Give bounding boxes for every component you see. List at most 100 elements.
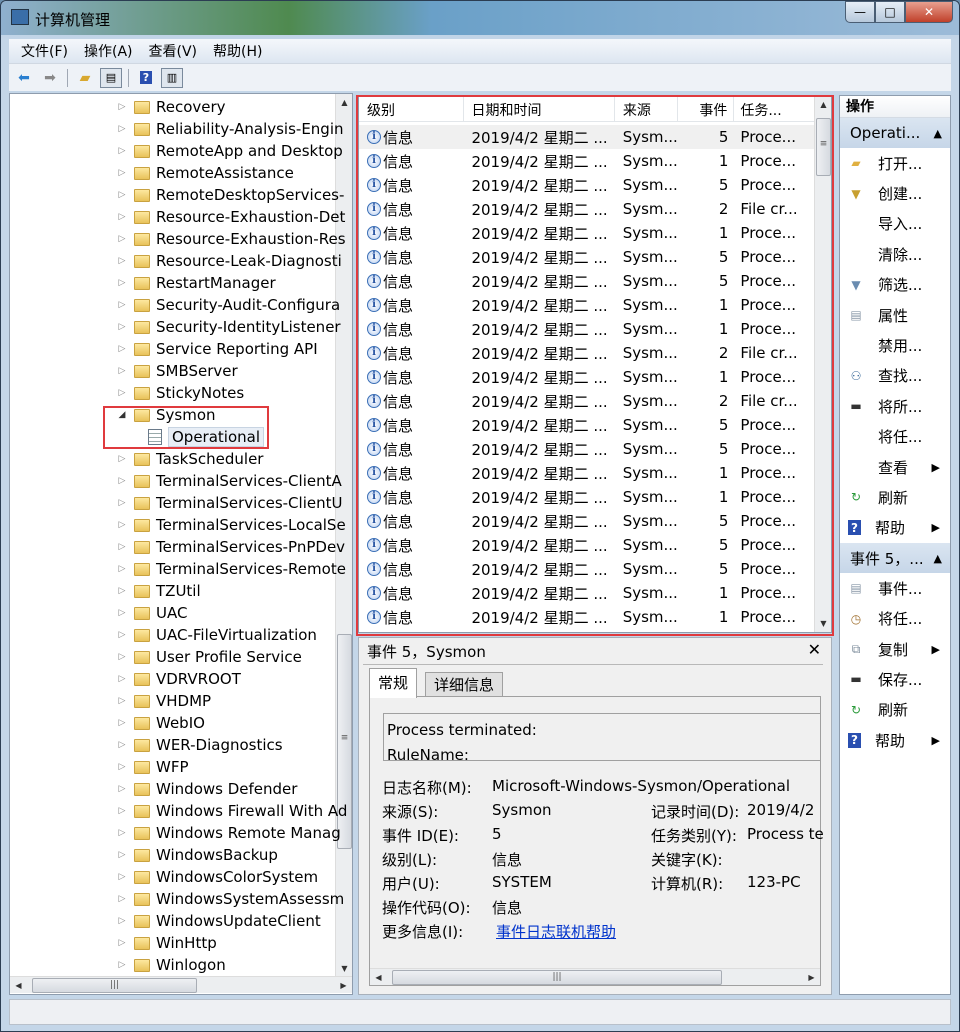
action-item[interactable]: ? 帮助 ▶	[840, 513, 950, 543]
tree-item[interactable]: ▷ TerminalServices-Remote	[116, 558, 346, 580]
up-folder-icon[interactable]: ▰	[74, 68, 96, 88]
tree-item[interactable]: ▷ TZUtil	[116, 580, 201, 602]
tree-item[interactable]: ▷ RestartManager	[116, 272, 276, 294]
collapsed-arrow-icon[interactable]: ▷	[116, 388, 128, 398]
tree-item[interactable]: ▷ Windows Firewall With Ad	[116, 800, 348, 822]
collapsed-arrow-icon[interactable]: ▷	[116, 916, 128, 926]
tree-item[interactable]: ▷ TerminalServices-ClientA	[116, 470, 342, 492]
collapsed-arrow-icon[interactable]: ▷	[116, 630, 128, 640]
tree-item[interactable]: ▷ Security-Audit-Configura	[116, 294, 341, 316]
action-item[interactable]: ▼ 创建...	[840, 178, 950, 208]
tree-item[interactable]: ▷ VDRVROOT	[116, 668, 241, 690]
back-icon[interactable]: ⬅	[13, 68, 35, 88]
collapse-icon[interactable]: ▲	[934, 127, 942, 140]
collapsed-arrow-icon[interactable]: ▷	[116, 278, 128, 288]
actions-section-header[interactable]: Operati... ▲	[840, 118, 950, 148]
collapsed-arrow-icon[interactable]: ▷	[116, 586, 128, 596]
tree-item[interactable]: ▷ RemoteAssistance	[116, 162, 294, 184]
tree-item[interactable]: ▷ TaskScheduler	[116, 448, 264, 470]
collapsed-arrow-icon[interactable]: ▷	[116, 520, 128, 530]
tree-item[interactable]: ▷ StickyNotes	[116, 382, 245, 404]
action-item[interactable]: 查看 ▶	[840, 452, 950, 482]
tree-item[interactable]: ▷ WebIO	[116, 712, 205, 734]
collapsed-arrow-icon[interactable]: ▷	[116, 542, 128, 552]
collapsed-arrow-icon[interactable]: ▷	[116, 894, 128, 904]
tree-item[interactable]: ▷ Windows Remote Manag	[116, 822, 341, 844]
collapsed-arrow-icon[interactable]: ▷	[116, 960, 128, 970]
scrollbar-thumb[interactable]: |||	[32, 978, 197, 993]
collapsed-arrow-icon[interactable]: ▷	[116, 806, 128, 816]
menu-view[interactable]: 查看(V)	[141, 41, 206, 61]
collapsed-arrow-icon[interactable]: ▷	[116, 762, 128, 772]
action-item[interactable]: ⧉ 复制 ▶	[840, 634, 950, 664]
actions-section-header[interactable]: 事件 5，... ▲	[840, 543, 950, 574]
collapsed-arrow-icon[interactable]: ▷	[116, 674, 128, 684]
tree-item[interactable]: ▷ User Profile Service	[116, 646, 302, 668]
tree-item[interactable]: ▷ WindowsUpdateClient	[116, 910, 321, 932]
collapsed-arrow-icon[interactable]: ▷	[116, 102, 128, 112]
collapsed-arrow-icon[interactable]: ▷	[116, 564, 128, 574]
tree-item[interactable]: ▷ TerminalServices-ClientU	[116, 492, 343, 514]
tree-item[interactable]: ▷ TerminalServices-LocalSe	[116, 514, 346, 536]
collapsed-arrow-icon[interactable]: ▷	[116, 740, 128, 750]
menu-action[interactable]: 操作(A)	[76, 41, 141, 61]
action-item[interactable]: ? 帮助 ▶	[840, 725, 950, 755]
tab-general[interactable]: 常规	[369, 668, 418, 698]
minimize-button[interactable]: —	[845, 1, 875, 23]
event-log-online-help-link[interactable]: 事件日志联机帮助	[496, 921, 616, 942]
help-icon[interactable]: ?	[135, 68, 157, 88]
tree-item[interactable]: ▷ WindowsSystemAssessm	[116, 888, 345, 910]
close-button[interactable]: ✕	[905, 1, 953, 23]
tree-item[interactable]: ▷ Windows Defender	[116, 778, 298, 800]
action-item[interactable]: ↻ 刷新	[840, 482, 950, 512]
collapsed-arrow-icon[interactable]: ▷	[116, 234, 128, 244]
action-item[interactable]: ▼ 筛选...	[840, 270, 950, 300]
collapsed-arrow-icon[interactable]: ▷	[116, 652, 128, 662]
maximize-button[interactable]: □	[875, 1, 905, 23]
tree-item[interactable]: ▷ WindowsBackup	[116, 844, 278, 866]
collapsed-arrow-icon[interactable]: ▷	[116, 366, 128, 376]
scrollbar-thumb[interactable]: |||	[392, 970, 722, 985]
forward-icon[interactable]: ➡	[39, 68, 61, 88]
close-detail-icon[interactable]: ✕	[808, 640, 821, 659]
tab-details[interactable]: 详细信息	[425, 672, 504, 696]
action-item[interactable]: 导入...	[840, 209, 950, 239]
tree-item[interactable]: ▷ Security-IdentityListener	[116, 316, 341, 338]
collapsed-arrow-icon[interactable]: ▷	[116, 850, 128, 860]
detail-horizontal-scrollbar[interactable]: ◀ ||| ▶	[370, 968, 820, 985]
tree-item[interactable]: ▷ VHDMP	[116, 690, 212, 712]
action-item[interactable]: 将任...	[840, 422, 950, 452]
tree-item[interactable]: ▷ RemoteDesktopServices-	[116, 184, 345, 206]
collapsed-arrow-icon[interactable]: ▷	[116, 696, 128, 706]
tree-item[interactable]: ▷ Winlogon	[116, 954, 226, 976]
action-item[interactable]: ◷ 将任...	[840, 603, 950, 633]
collapsed-arrow-icon[interactable]: ▷	[116, 608, 128, 618]
collapsed-arrow-icon[interactable]: ▷	[116, 476, 128, 486]
action-item[interactable]: ⚇ 查找...	[840, 361, 950, 391]
action-item[interactable]: ▬ 保存...	[840, 664, 950, 694]
menu-file[interactable]: 文件(F)	[13, 41, 76, 61]
tree-item[interactable]: ▷ TerminalServices-PnPDev	[116, 536, 346, 558]
tree-item[interactable]: ▷ SMBServer	[116, 360, 238, 382]
collapsed-arrow-icon[interactable]: ▷	[116, 190, 128, 200]
collapsed-arrow-icon[interactable]: ▷	[116, 322, 128, 332]
action-item[interactable]: ▬ 将所...	[840, 391, 950, 421]
action-item[interactable]: ▤ 事件...	[840, 573, 950, 603]
tree-item[interactable]: ▷ RemoteApp and Desktop	[116, 140, 343, 162]
tree-item[interactable]: ▷ WindowsColorSystem	[116, 866, 319, 888]
collapsed-arrow-icon[interactable]: ▷	[116, 124, 128, 134]
event-description[interactable]: Process terminated: RuleName:	[383, 713, 820, 761]
show-hide-tree-icon[interactable]: ▤	[100, 67, 122, 88]
tree-item[interactable]: ▷ WFP	[116, 756, 189, 778]
collapsed-arrow-icon[interactable]: ▷	[116, 146, 128, 156]
show-hide-action-pane-icon[interactable]: ▥	[161, 67, 183, 88]
tree-item[interactable]: ▷ Service Reporting API	[116, 338, 318, 360]
menu-help[interactable]: 帮助(H)	[205, 41, 270, 61]
tree-item[interactable]: ▷ Resource-Exhaustion-Res	[116, 228, 346, 250]
collapsed-arrow-icon[interactable]: ▷	[116, 344, 128, 354]
action-item[interactable]: ▤ 属性	[840, 300, 950, 330]
action-item[interactable]: ▰ 打开...	[840, 148, 950, 178]
collapsed-arrow-icon[interactable]: ▷	[116, 498, 128, 508]
collapsed-arrow-icon[interactable]: ▷	[116, 718, 128, 728]
tree-item[interactable]: ▷ WinHttp	[116, 932, 217, 954]
